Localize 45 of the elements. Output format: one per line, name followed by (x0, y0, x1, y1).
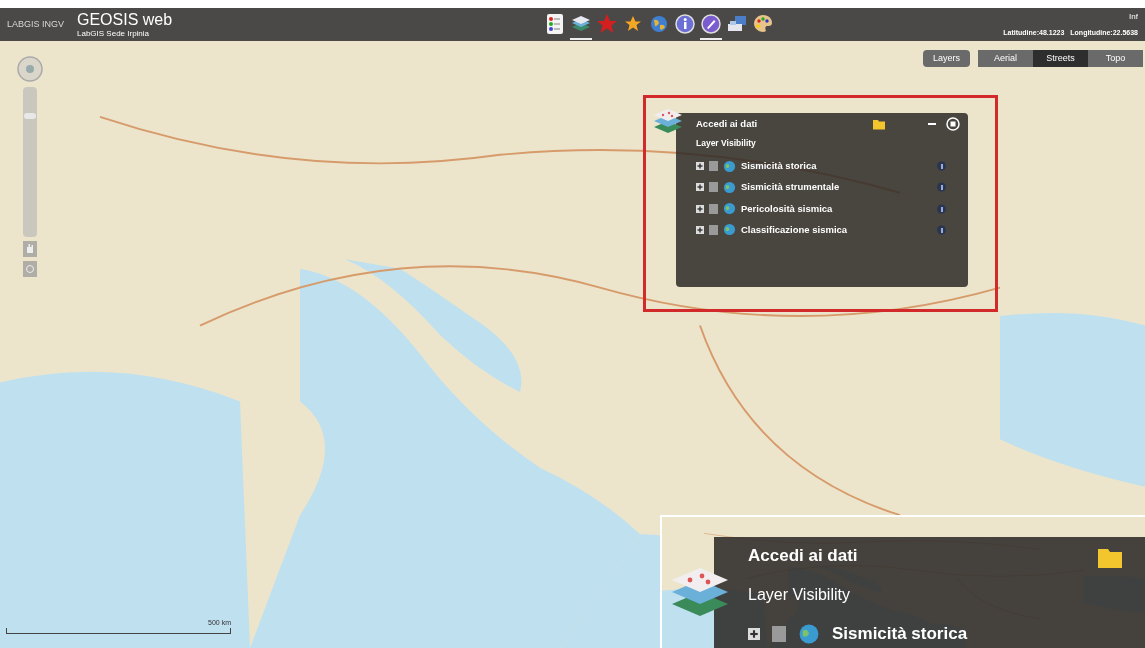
expand-icon[interactable] (748, 627, 760, 640)
pen-icon (700, 12, 723, 35)
expand-icon[interactable] (696, 225, 704, 234)
minimize-button[interactable] (928, 123, 936, 126)
star-icon (596, 12, 619, 35)
menu-link[interactable]: Inf (1129, 11, 1138, 23)
globe-icon (723, 180, 736, 194)
info-icon (674, 12, 697, 35)
layers-button[interactable]: Layers (923, 50, 970, 67)
app-subtitle: LabGIS Sede Irpinia (77, 29, 151, 38)
panel-title: Accedi ai dati (748, 545, 858, 567)
globe-icon (798, 622, 820, 645)
layer-name[interactable]: Sismicità storica (741, 159, 817, 174)
basemap-button[interactable]: Streets (1033, 50, 1088, 67)
info-icon[interactable] (937, 182, 946, 193)
layer-checkbox[interactable] (709, 224, 718, 235)
layer-name[interactable]: Sismicità storica (832, 621, 968, 647)
expand-icon[interactable] (696, 204, 704, 213)
zoom-slider[interactable] (23, 87, 37, 237)
basemap-button[interactable]: Aerial (978, 50, 1033, 67)
info-icon[interactable] (937, 161, 946, 172)
layer-checkbox[interactable] (709, 161, 718, 172)
layer-name[interactable]: Sismicità strumentale (741, 180, 840, 195)
zoom-slider-thumb[interactable] (24, 112, 36, 119)
palette-icon (752, 12, 775, 35)
globe-icon (723, 159, 736, 173)
info-icon[interactable] (937, 203, 946, 214)
section-label: Layer Visibility (748, 585, 851, 605)
globe-icon (723, 202, 736, 216)
expand-icon[interactable] (696, 162, 704, 171)
layer-checkbox[interactable] (709, 182, 718, 193)
folder-icon[interactable] (872, 117, 886, 132)
layer-name[interactable]: Classificazione sismica (741, 222, 848, 237)
logo: LABGIS INGV (7, 17, 66, 31)
info-icon[interactable] (937, 224, 946, 235)
globe-icon (723, 223, 736, 237)
app-title: GEOSIS web (77, 11, 173, 28)
layer-checkbox[interactable] (772, 625, 786, 642)
section-label: Layer Visibility (696, 137, 757, 150)
layer-name[interactable]: Pericolosità sismica (741, 201, 833, 216)
layer-checkbox[interactable] (709, 203, 718, 214)
expand-icon[interactable] (696, 183, 704, 192)
basemap-button[interactable]: Topo (1088, 50, 1143, 67)
close-icon[interactable] (946, 117, 960, 132)
panel-title: Accedi ai dati (696, 117, 758, 131)
